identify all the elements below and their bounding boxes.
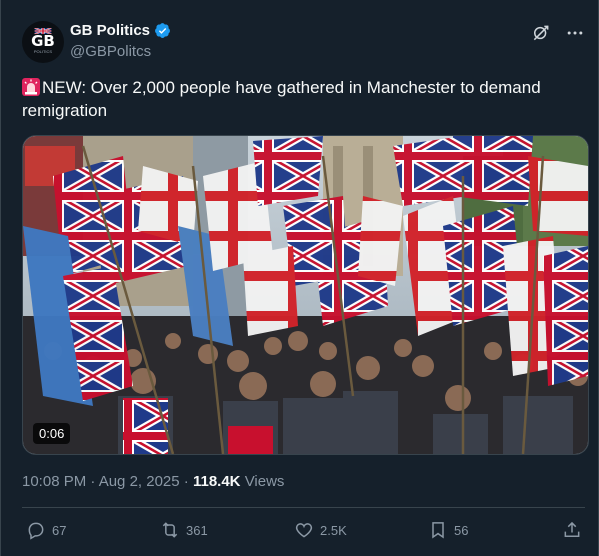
views-label: Views bbox=[244, 473, 285, 490]
share-icon bbox=[564, 521, 580, 537]
repost-button[interactable]: 361 bbox=[160, 520, 208, 540]
video-duration: 0:06 bbox=[33, 423, 71, 444]
post-video[interactable]: 0:06 bbox=[22, 135, 589, 455]
divider bbox=[22, 507, 585, 508]
siren-icon bbox=[22, 78, 40, 96]
meta-separator: · bbox=[183, 473, 189, 490]
video-frame bbox=[23, 136, 588, 454]
bookmark-button[interactable]: 56 bbox=[428, 520, 468, 540]
like-button[interactable]: 2.5K bbox=[294, 520, 347, 540]
views-count[interactable]: 118.4K bbox=[193, 473, 241, 490]
avatar-text: GB bbox=[31, 32, 55, 50]
post-meta: 10:08 PM · Aug 2, 2025 · 118.4K Views bbox=[22, 473, 284, 490]
frame-border-left bbox=[0, 0, 1, 556]
bookmark-count: 56 bbox=[454, 522, 469, 538]
post-text: NEW: Over 2,000 people have gathered in … bbox=[22, 76, 582, 122]
action-bar: 67 361 2.5K 56 bbox=[22, 520, 585, 548]
like-icon bbox=[295, 523, 313, 538]
post-timestamp[interactable]: 10:08 PM · Aug 2, 2025 bbox=[22, 473, 180, 490]
post-text-content: NEW: Over 2,000 people have gathered in … bbox=[22, 78, 541, 120]
repost-icon bbox=[162, 522, 178, 538]
more-icon[interactable] bbox=[565, 23, 585, 43]
author-handle[interactable]: @GBPolitcs bbox=[70, 43, 151, 60]
like-count: 2.5K bbox=[320, 522, 347, 538]
display-name[interactable]: GB Politics bbox=[70, 22, 150, 39]
verified-badge-icon bbox=[155, 23, 170, 38]
author-name-row[interactable]: GB Politics bbox=[70, 22, 171, 39]
avatar-subtext: POLITICS bbox=[33, 49, 53, 54]
grok-icon[interactable] bbox=[531, 23, 551, 43]
post-header-actions bbox=[531, 23, 585, 43]
share-button[interactable] bbox=[562, 520, 582, 540]
bookmark-icon bbox=[432, 522, 444, 539]
reply-button[interactable]: 67 bbox=[26, 520, 66, 540]
reply-count: 67 bbox=[52, 522, 67, 538]
repost-count: 361 bbox=[186, 522, 208, 538]
avatar[interactable]: GB POLITICS bbox=[22, 21, 64, 63]
reply-icon bbox=[28, 522, 44, 540]
